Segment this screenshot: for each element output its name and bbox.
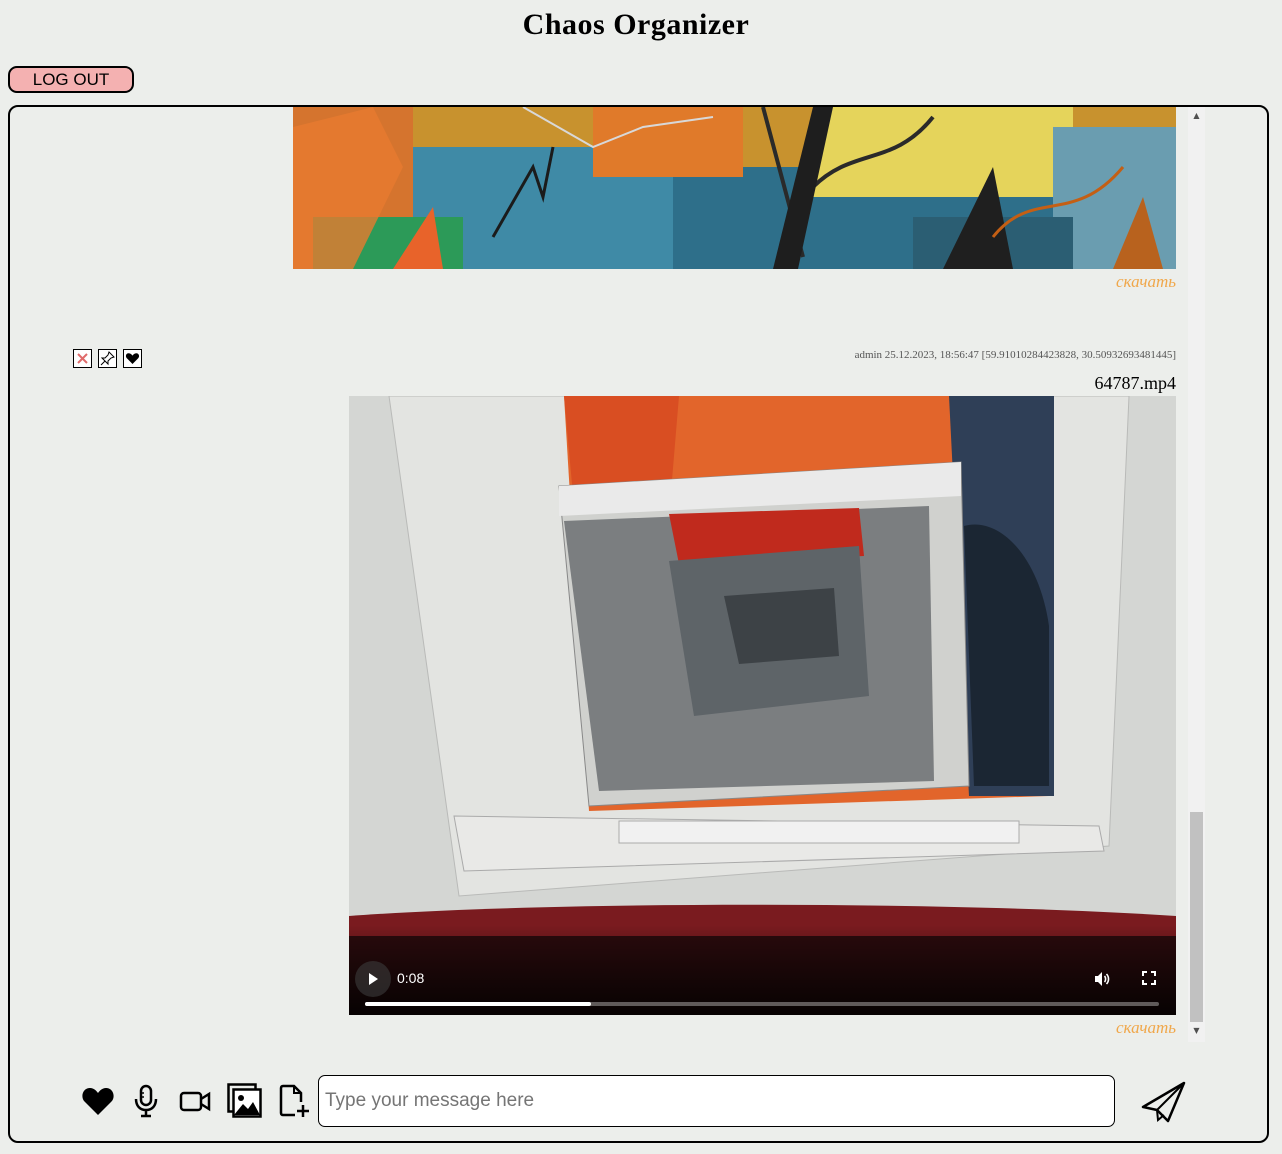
video-camera-icon[interactable] — [176, 1082, 214, 1120]
video-frame — [349, 396, 1176, 1015]
video-time: 0:08 — [397, 970, 425, 986]
scroll-down-arrow[interactable]: ▼ — [1188, 1022, 1205, 1039]
feed-scrollbar[interactable]: ▲ ▼ — [1188, 107, 1205, 1042]
send-icon — [1141, 1081, 1186, 1123]
scroll-thumb[interactable] — [1190, 812, 1203, 1022]
composer — [10, 1072, 1267, 1132]
app-title: Chaos Organizer — [522, 8, 750, 41]
video-controls: 0:08 — [349, 925, 1176, 1015]
image-attachment[interactable] — [293, 107, 1176, 269]
heart-icon[interactable] — [79, 1082, 117, 1120]
video-progress-bar[interactable] — [365, 1002, 1159, 1006]
video-progress-fill — [365, 1002, 592, 1006]
send-button[interactable] — [1138, 1080, 1190, 1126]
message-meta: admin 25.12.2023, 18:56:47 [59.910102844… — [854, 349, 1176, 361]
delete-icon[interactable] — [73, 349, 92, 368]
fullscreen-icon — [1142, 971, 1156, 985]
logout-button[interactable]: LOG OUT — [8, 66, 134, 93]
pin-icon[interactable] — [98, 349, 117, 368]
play-icon — [369, 973, 378, 985]
video-player[interactable]: 0:08 — [349, 396, 1176, 1015]
volume-button[interactable] — [1093, 970, 1111, 993]
download-link[interactable]: скачать — [1116, 272, 1176, 292]
heart-icon[interactable] — [123, 349, 142, 368]
scroll-up-arrow[interactable]: ▲ — [1188, 107, 1205, 124]
message-input[interactable] — [318, 1075, 1115, 1127]
painting-image — [293, 107, 1176, 269]
play-button[interactable] — [355, 961, 391, 997]
message-feed[interactable]: скачать admin 25.12.2023, 18:56:47 [59.9… — [10, 107, 1190, 1042]
volume-icon — [1095, 972, 1110, 986]
message-actions — [73, 349, 142, 368]
fullscreen-button[interactable] — [1141, 970, 1157, 991]
download-link[interactable]: скачать — [1116, 1018, 1176, 1038]
file-add-icon[interactable] — [275, 1082, 313, 1120]
image-icon[interactable] — [226, 1082, 264, 1120]
file-name: 64787.mp4 — [1094, 373, 1176, 393]
microphone-icon[interactable] — [127, 1082, 165, 1120]
chat-window: скачать admin 25.12.2023, 18:56:47 [59.9… — [8, 105, 1269, 1143]
